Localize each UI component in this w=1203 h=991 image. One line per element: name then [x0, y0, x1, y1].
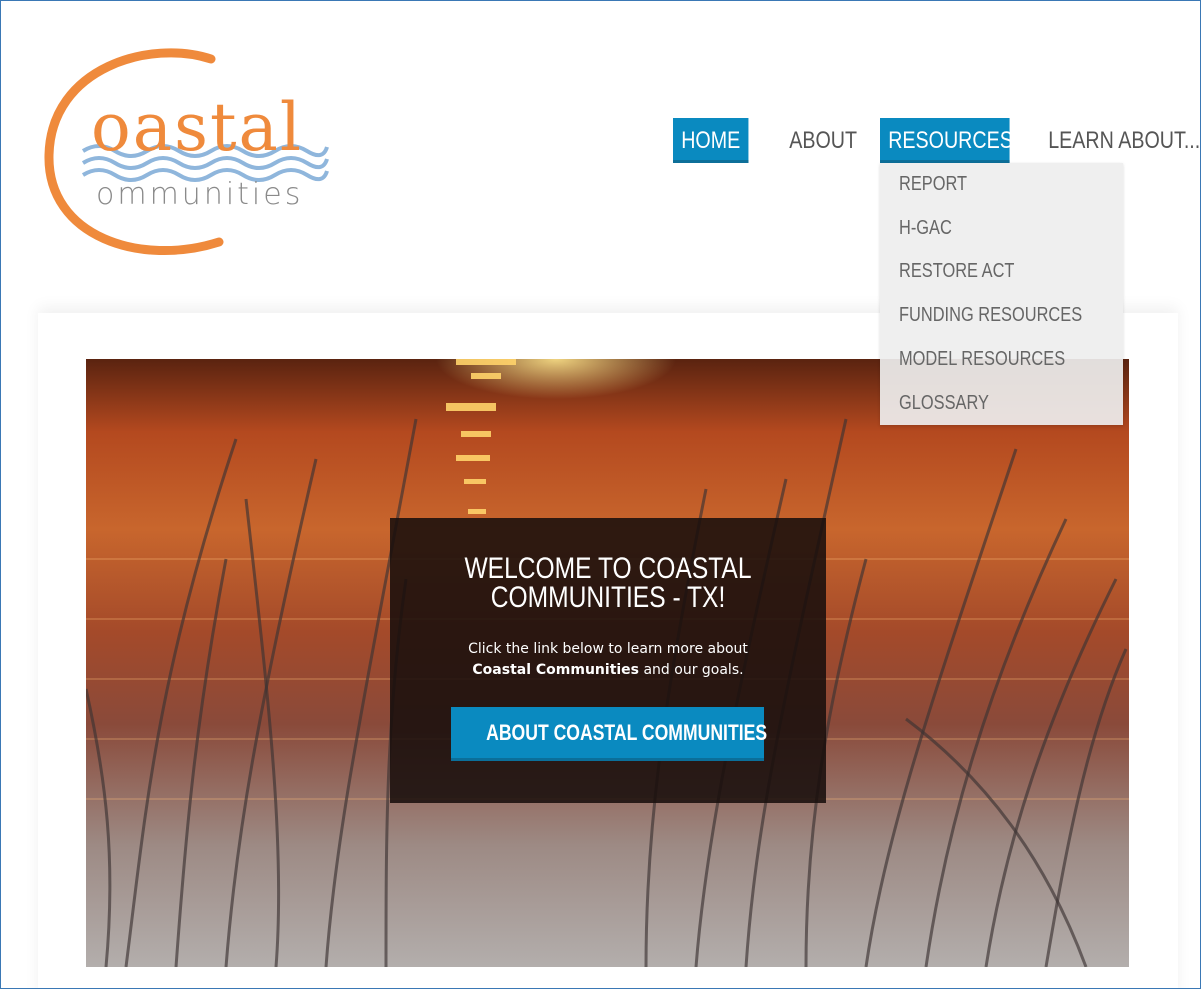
logo-word-oastal: oastal: [91, 89, 303, 166]
logo-word-ommunities: ommunities: [96, 177, 304, 212]
browser-frame: oastal ommunities HOME ABOUT RESOURCES L…: [0, 0, 1201, 989]
resources-dropdown: REPORT H-GAC RESTORE ACT FUNDING RESOURC…: [880, 163, 1123, 425]
welcome-text-tail: and our goals.: [643, 662, 744, 678]
welcome-text-lead: Click the link below to learn more about: [468, 641, 748, 657]
about-coastal-communities-button[interactable]: ABOUT COASTAL COMMUNITIES: [451, 707, 768, 761]
welcome-box: WELCOME TO COASTAL COMMUNITIES - TX! Cli…: [390, 518, 826, 803]
nav-item-about[interactable]: ABOUT: [781, 118, 857, 163]
dropdown-item-funding-resources[interactable]: FUNDING RESOURCES: [899, 304, 1082, 327]
nav-item-resources[interactable]: RESOURCES: [880, 118, 1013, 163]
welcome-text: Click the link below to learn more about…: [390, 639, 826, 681]
dropdown-item-report[interactable]: REPORT: [899, 173, 967, 196]
dropdown-item-model-resources[interactable]: MODEL RESOURCES: [899, 348, 1065, 371]
dropdown-item-h-gac[interactable]: H-GAC: [899, 217, 952, 240]
welcome-title: WELCOME TO COASTAL COMMUNITIES - TX!: [464, 552, 752, 614]
nav-item-learn-about[interactable]: LEARN ABOUT...: [1040, 118, 1200, 163]
cta-button-label: ABOUT COASTAL COMMUNITIES: [486, 720, 768, 745]
site-logo[interactable]: oastal ommunities: [41, 47, 341, 262]
dropdown-item-glossary[interactable]: GLOSSARY: [899, 392, 989, 415]
nav-item-home[interactable]: HOME: [673, 118, 749, 163]
welcome-text-bold: Coastal Communities: [472, 662, 640, 678]
dropdown-item-restore-act[interactable]: RESTORE ACT: [899, 260, 1014, 283]
